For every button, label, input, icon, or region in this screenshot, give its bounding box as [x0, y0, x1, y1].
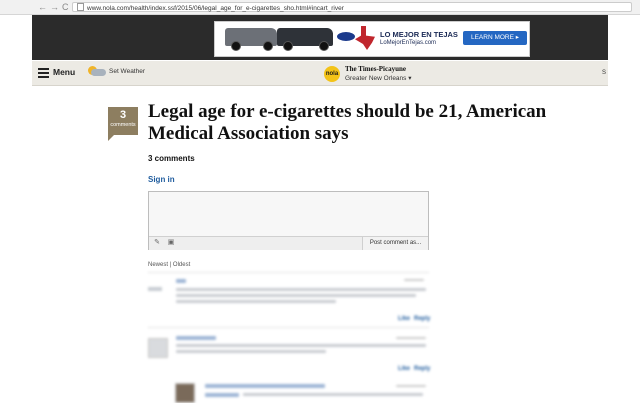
comment-count: 3 comments: [148, 154, 195, 163]
sort-oldest[interactable]: Oldest: [173, 262, 190, 268]
pencil-icon[interactable]: ✎: [153, 239, 161, 247]
sign-in-link[interactable]: Sign in: [148, 175, 175, 184]
address-bar[interactable]: www.nola.com/health/index.ssf/2015/06/le…: [72, 2, 632, 12]
set-weather-link[interactable]: Set Weather: [109, 68, 145, 75]
page-icon: [77, 3, 84, 11]
ad-subline: LoMejorEnTejas.com: [380, 40, 437, 46]
badge-tail: [108, 135, 114, 141]
back-icon[interactable]: ←: [38, 1, 47, 13]
brand-name[interactable]: The Times-Picayune: [345, 65, 406, 73]
sort-links: Newest | Oldest: [148, 262, 190, 268]
comment-author[interactable]: [176, 279, 186, 283]
comment-mention[interactable]: [205, 393, 239, 397]
badge-label: comments: [110, 122, 136, 128]
composer-toolbar: ✎ ▣ Post comment as...: [149, 236, 428, 250]
comment-text: [176, 288, 426, 291]
comment-text: [176, 350, 326, 353]
search-label-cut[interactable]: S: [602, 70, 606, 76]
ford-logo: [337, 32, 355, 41]
reply-link[interactable]: Reply: [414, 316, 430, 322]
weather-icon[interactable]: [88, 66, 106, 76]
truck-image: [225, 28, 277, 51]
divider: [148, 327, 429, 328]
divider: [148, 272, 429, 273]
sort-newest[interactable]: Newest: [148, 262, 168, 268]
truck-image: [277, 28, 333, 51]
reload-icon[interactable]: C: [62, 1, 69, 13]
badge-count: 3: [119, 109, 127, 121]
comment-text: [176, 344, 426, 347]
comment-composer: ✎ ▣ Post comment as...: [148, 191, 429, 250]
region-dropdown[interactable]: Greater New Orleans ▾: [345, 74, 411, 82]
post-comment-button[interactable]: Post comment as...: [362, 237, 428, 250]
comment-time: [396, 337, 426, 339]
reply-link[interactable]: Reply: [414, 366, 430, 372]
like-link[interactable]: Like: [398, 316, 410, 322]
nola-logo[interactable]: nola: [324, 66, 340, 82]
article-headline: Legal age for e-cigarettes should be 21,…: [148, 101, 547, 144]
forward-icon[interactable]: →: [50, 1, 59, 13]
comment-text: [243, 393, 423, 396]
comment-author[interactable]: [205, 384, 325, 388]
ad-banner[interactable]: LO MEJOR EN TEJAS LoMejorEnTejas.com LEA…: [214, 21, 530, 57]
comment-count-badge[interactable]: 3 comments: [108, 107, 138, 135]
address-text: www.nola.com/health/index.ssf/2015/06/le…: [87, 5, 344, 12]
image-icon[interactable]: ▣: [167, 239, 175, 247]
like-link[interactable]: Like: [398, 366, 410, 372]
avatar: [148, 338, 168, 358]
menu-button[interactable]: Menu: [53, 67, 75, 77]
avatar: [175, 383, 195, 403]
comment-text: [176, 294, 416, 297]
comment-author[interactable]: [176, 336, 216, 340]
learn-more-button[interactable]: LEARN MORE ▸: [463, 31, 527, 45]
menu-icon[interactable]: [38, 68, 49, 78]
browser-toolbar: ← → C www.nola.com/health/index.ssf/2015…: [0, 0, 640, 15]
avatar: [148, 287, 162, 291]
comment-input[interactable]: [149, 192, 428, 236]
comment-time: [396, 385, 426, 387]
texas-shape-icon: [355, 26, 375, 50]
comment-time: [404, 279, 424, 281]
comment-text: [176, 300, 336, 303]
ad-headline: LO MEJOR EN TEJAS: [380, 30, 458, 39]
